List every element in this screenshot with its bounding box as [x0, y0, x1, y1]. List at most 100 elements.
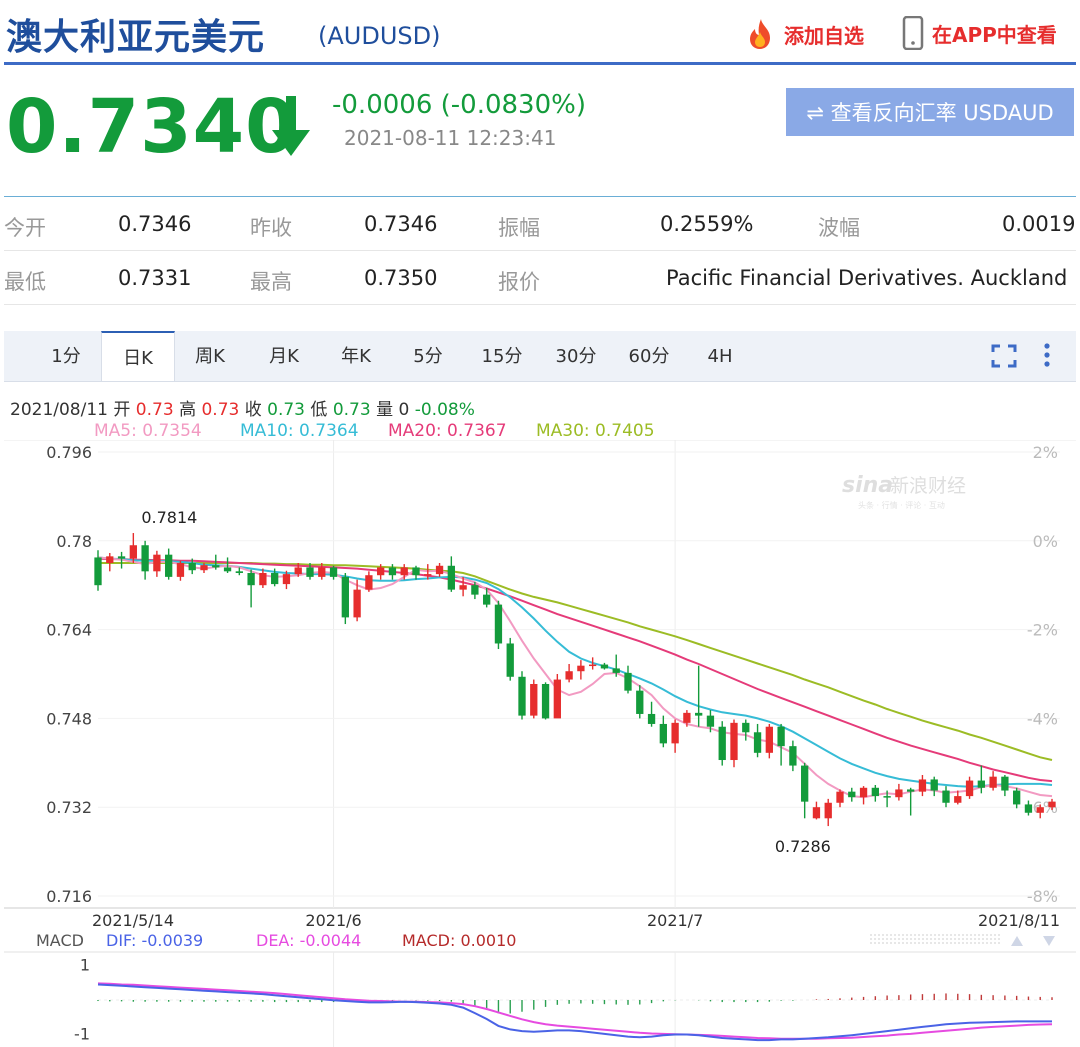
candle-body: [907, 789, 915, 792]
candle-body: [365, 575, 373, 590]
candle-body: [341, 576, 349, 618]
ma10-line: [97, 556, 1053, 788]
quote-time: 2021-08-11 12:23:41: [344, 126, 557, 150]
candle-body: [730, 722, 738, 761]
tab-1min[interactable]: 1分: [40, 331, 92, 381]
candle-body: [94, 557, 102, 586]
price-annotation: 0.7814: [141, 508, 197, 527]
high-value: 0.7350: [364, 266, 438, 290]
price-change: -0.0006 (-0.0830%): [332, 90, 586, 120]
fire-icon: [750, 19, 770, 49]
watermark: sina 新浪财经 头条 · 行情 · 评论 · 互动: [842, 473, 966, 510]
watermark-logo: sina: [842, 473, 893, 498]
tab-yearly-k[interactable]: 年K: [330, 331, 382, 381]
candle-body: [954, 796, 962, 803]
macd-chart[interactable]: MACD DIF: -0.0039 DEA: -0.0044 MACD: 0.0…: [0, 928, 1080, 1047]
dif-line: [97, 983, 1052, 1042]
prev-close-value: 0.7346: [364, 212, 438, 236]
page-title: 澳大利亚元美元: [6, 17, 266, 58]
y-tick-label: 0.796: [46, 443, 92, 462]
candle-body: [859, 787, 868, 798]
scroll-up-icon[interactable]: [1011, 936, 1023, 946]
tab-60min[interactable]: 60分: [621, 331, 677, 381]
candle-body: [848, 791, 856, 798]
info-vol: 0: [398, 400, 410, 420]
info-open-label: 开: [113, 400, 131, 420]
candle-body: [223, 567, 232, 572]
candle-body: [659, 723, 667, 744]
y-tick-label: 0.716: [46, 887, 92, 906]
scroll-down-icon[interactable]: [1043, 936, 1055, 946]
candle-body: [200, 565, 208, 571]
open-label: 今开: [4, 216, 46, 240]
macd-scroll-arrows[interactable]: [870, 934, 1055, 946]
candle-body: [647, 713, 656, 724]
tab-daily-k[interactable]: 日K: [101, 331, 175, 381]
y-tick-label: 0.78: [56, 532, 92, 551]
candle-body: [412, 567, 420, 576]
tab-30min[interactable]: 30分: [548, 331, 604, 381]
tab-5min[interactable]: 5分: [402, 331, 454, 381]
candle-body: [812, 807, 821, 819]
candle-body: [518, 676, 526, 716]
candle-body: [435, 565, 444, 575]
candle-body: [259, 572, 267, 586]
info-high-label: 高: [179, 400, 197, 420]
y2-tick-label: 2%: [1033, 443, 1058, 462]
candle-body: [165, 554, 173, 577]
tab-4h[interactable]: 4H: [696, 331, 744, 381]
more-icon[interactable]: [1040, 341, 1054, 371]
candle-body: [271, 572, 279, 585]
app-view-button[interactable]: 在APP中查看: [902, 16, 1057, 50]
add-favorite-button[interactable]: 添加自选: [744, 18, 864, 50]
tab-15min[interactable]: 15分: [474, 331, 530, 381]
candle-body: [577, 665, 585, 672]
candle-body: [930, 779, 938, 791]
title-bar: 澳大利亚元美元 (AUDUSD) 添加自选 在APP中查看: [0, 0, 1080, 64]
open-value: 0.7346: [118, 212, 192, 236]
macd-value: MACD: 0.0010: [402, 931, 516, 950]
macd-dea: DEA: -0.0044: [256, 931, 361, 950]
candle-body: [459, 585, 467, 590]
macd-dif: DIF: -0.0039: [106, 931, 203, 950]
info-pct: -0.08%: [414, 400, 475, 420]
reverse-rate-button[interactable]: ⇌ 查看反向汇率 USDAUD: [786, 88, 1074, 136]
info-low-label: 低: [310, 400, 328, 420]
y-tick-label: 0.748: [46, 709, 92, 728]
macd-y-tick: -1: [74, 1025, 90, 1044]
candle-body: [600, 664, 609, 669]
wave-label: 波幅: [818, 216, 860, 240]
kline-chart[interactable]: 0.7962%0.780%0.764-2%0.748-4%0.732-6%0.7…: [0, 440, 1080, 930]
fullscreen-icon[interactable]: [990, 343, 1018, 369]
candle-body: [871, 787, 879, 797]
candle-body: [895, 789, 903, 798]
candle-body: [106, 556, 114, 563]
symbol-code: (AUDUSD): [318, 22, 441, 50]
candle-body: [318, 567, 326, 577]
candle-body: [965, 780, 974, 797]
candle-body: [883, 796, 891, 798]
ma5-line: [97, 556, 1053, 799]
tab-monthly-k[interactable]: 月K: [258, 331, 310, 381]
watermark-sub: 头条 · 行情 · 评论 · 互动: [858, 500, 945, 510]
candle-body: [141, 545, 149, 572]
ma30-label: MA30: 0.7405: [536, 421, 655, 441]
candle-body: [447, 565, 455, 590]
candle-body: [1036, 807, 1044, 813]
candle-body: [153, 554, 161, 572]
candle-body: [1001, 776, 1009, 791]
candle-body: [589, 664, 597, 667]
candle-body: [424, 574, 432, 576]
down-arrow-icon: [272, 96, 310, 156]
candle-body: [212, 565, 220, 568]
info-open: 0.73: [135, 400, 174, 420]
prev-close-label: 昨收: [250, 216, 292, 240]
candle-body: [789, 746, 797, 766]
tab-weekly-k[interactable]: 周K: [184, 331, 236, 381]
candle-body: [176, 563, 185, 577]
candle-body: [942, 790, 950, 803]
phone-icon: [902, 16, 924, 50]
macd-y-tick: 1: [80, 955, 90, 974]
candle-body: [530, 683, 538, 716]
candle-body: [129, 545, 137, 559]
